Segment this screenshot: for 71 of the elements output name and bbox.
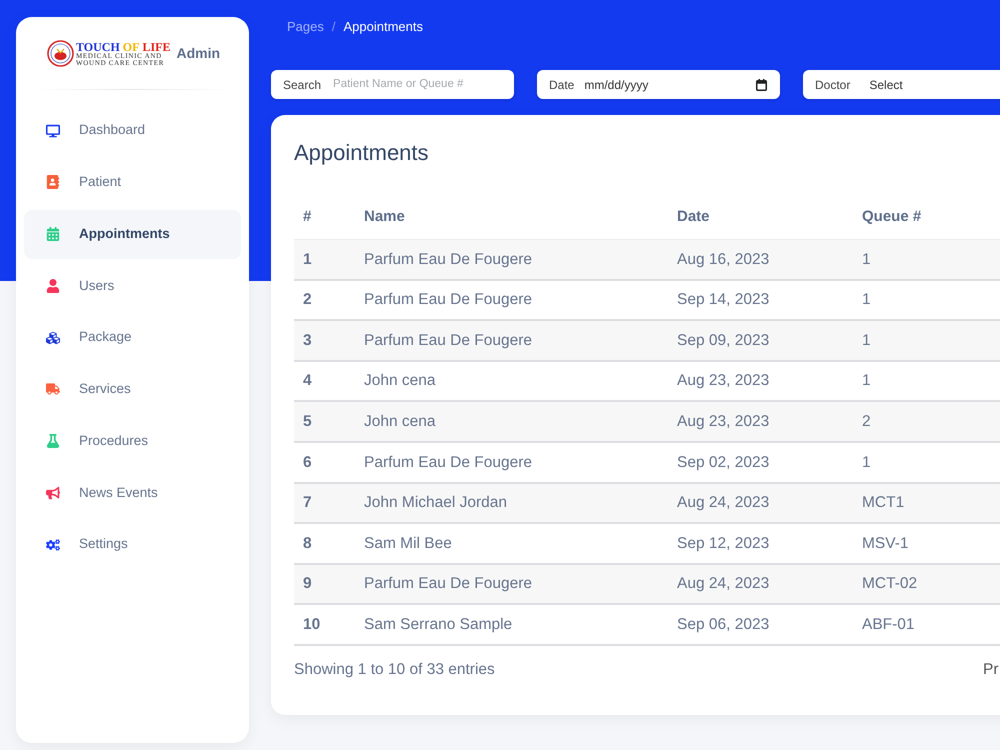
table-cell-text: 10 [302,615,322,636]
table-cell-text: John Michael Jordan [364,493,508,514]
table-cell-text: Sep 14, 2023 [677,290,770,310]
column-header: Queue # [862,207,922,228]
table-cell-text: Aug 24, 2023 [677,493,770,514]
table-cell-text: MCT-02 [862,574,918,594]
card-title: Appointments [294,139,430,167]
field-label: Search [283,76,322,94]
table-cell-text: Sam Mil Bee [364,534,453,554]
table-cell-text: Aug 23, 2023 [677,412,770,432]
sidebar-item[interactable]: Settings [24,520,241,569]
date-field[interactable]: Date mm/dd/yyyy [537,70,780,99]
table-cell-text: MSV-1 [862,534,910,554]
logo-title: TOUCH [76,41,120,53]
table-cell-text: 6 [302,452,313,473]
table-cell-text: 1 [862,330,872,351]
table-cell-text: Aug 16, 2023 [677,250,770,270]
role-label: Admin [176,44,220,63]
table-cell-text: 8 [302,534,313,554]
column-header: Name [364,207,406,228]
logo-title: OF [122,41,140,53]
table-cell-text: Sam Serrano Sample [364,615,514,636]
doctor-select[interactable]: Doctor Select [803,70,1000,99]
table-cell-text: Aug 24, 2023 [677,574,770,594]
table-cell-text: MCT1 [862,493,906,514]
table-cell-text: 3 [302,330,313,351]
column-header: Date [677,207,711,228]
table-cell-text: Sep 12, 2023 [677,534,770,554]
table-cell-text: 1 [862,452,872,473]
table-cell-text: 9 [302,574,313,594]
table-cell-text: 5 [302,412,313,432]
pagination-link[interactable]: Pr [983,658,998,682]
breadcrumb-current: Appointments [344,18,423,36]
table-cell-text: Parfum Eau De Fougere [364,250,534,270]
table-cell-text: Sep 06, 2023 [677,615,770,636]
table-cell-text: 1 [302,250,313,270]
field-label: Date [549,76,574,94]
sidebar-item[interactable]: Procedures [24,416,241,466]
table-cell-text: 1 [862,250,872,270]
search-field[interactable]: Search Patient Name or Queue # [271,70,514,99]
table-cell-text: 2 [302,290,313,310]
table-cell-text: Sep 02, 2023 [677,452,770,473]
logo-title: LIFE [142,41,170,53]
sidebar-item[interactable]: Patient [24,158,241,207]
logo-emblem-icon [47,40,74,67]
table-cell-text: ABF-01 [862,615,916,636]
table-cell-text: Parfum Eau De Fougere [364,574,534,594]
table-cell-text: Parfum Eau De Fougere [364,290,534,310]
table-cell-text: 7 [302,493,313,514]
table-cell-text: John cena [364,412,437,432]
column-header: # [302,207,312,228]
breadcrumb-separator: / [332,18,336,36]
table-cell-text: 4 [302,371,313,392]
sidebar-item[interactable]: Services [24,364,241,414]
table-cell-text: Parfum Eau De Fougere [364,330,534,351]
entries-info: Showing 1 to 10 of 33 entries [294,660,495,680]
table-cell-text: John cena [364,371,437,392]
sidebar-item[interactable]: News Events [24,468,241,518]
sidebar-item[interactable]: Appointments [24,210,241,258]
table-cell-text: Aug 23, 2023 [677,371,770,392]
sidebar-item[interactable]: Package [24,313,241,362]
table-cell-text: 1 [862,371,872,392]
breadcrumb-link[interactable]: Pages [287,17,324,37]
field-label: Doctor [815,76,850,94]
table-cell-text: Parfum Eau De Fougere [364,452,534,473]
table-cell-text: Sep 09, 2023 [677,330,770,351]
table-cell-text: 2 [862,412,872,432]
table-cell-text: 1 [862,290,872,310]
sidebar-item[interactable]: Users [24,261,241,310]
calendar-icon[interactable] [756,78,767,90]
sidebar-item[interactable]: Dashboard [24,106,241,155]
